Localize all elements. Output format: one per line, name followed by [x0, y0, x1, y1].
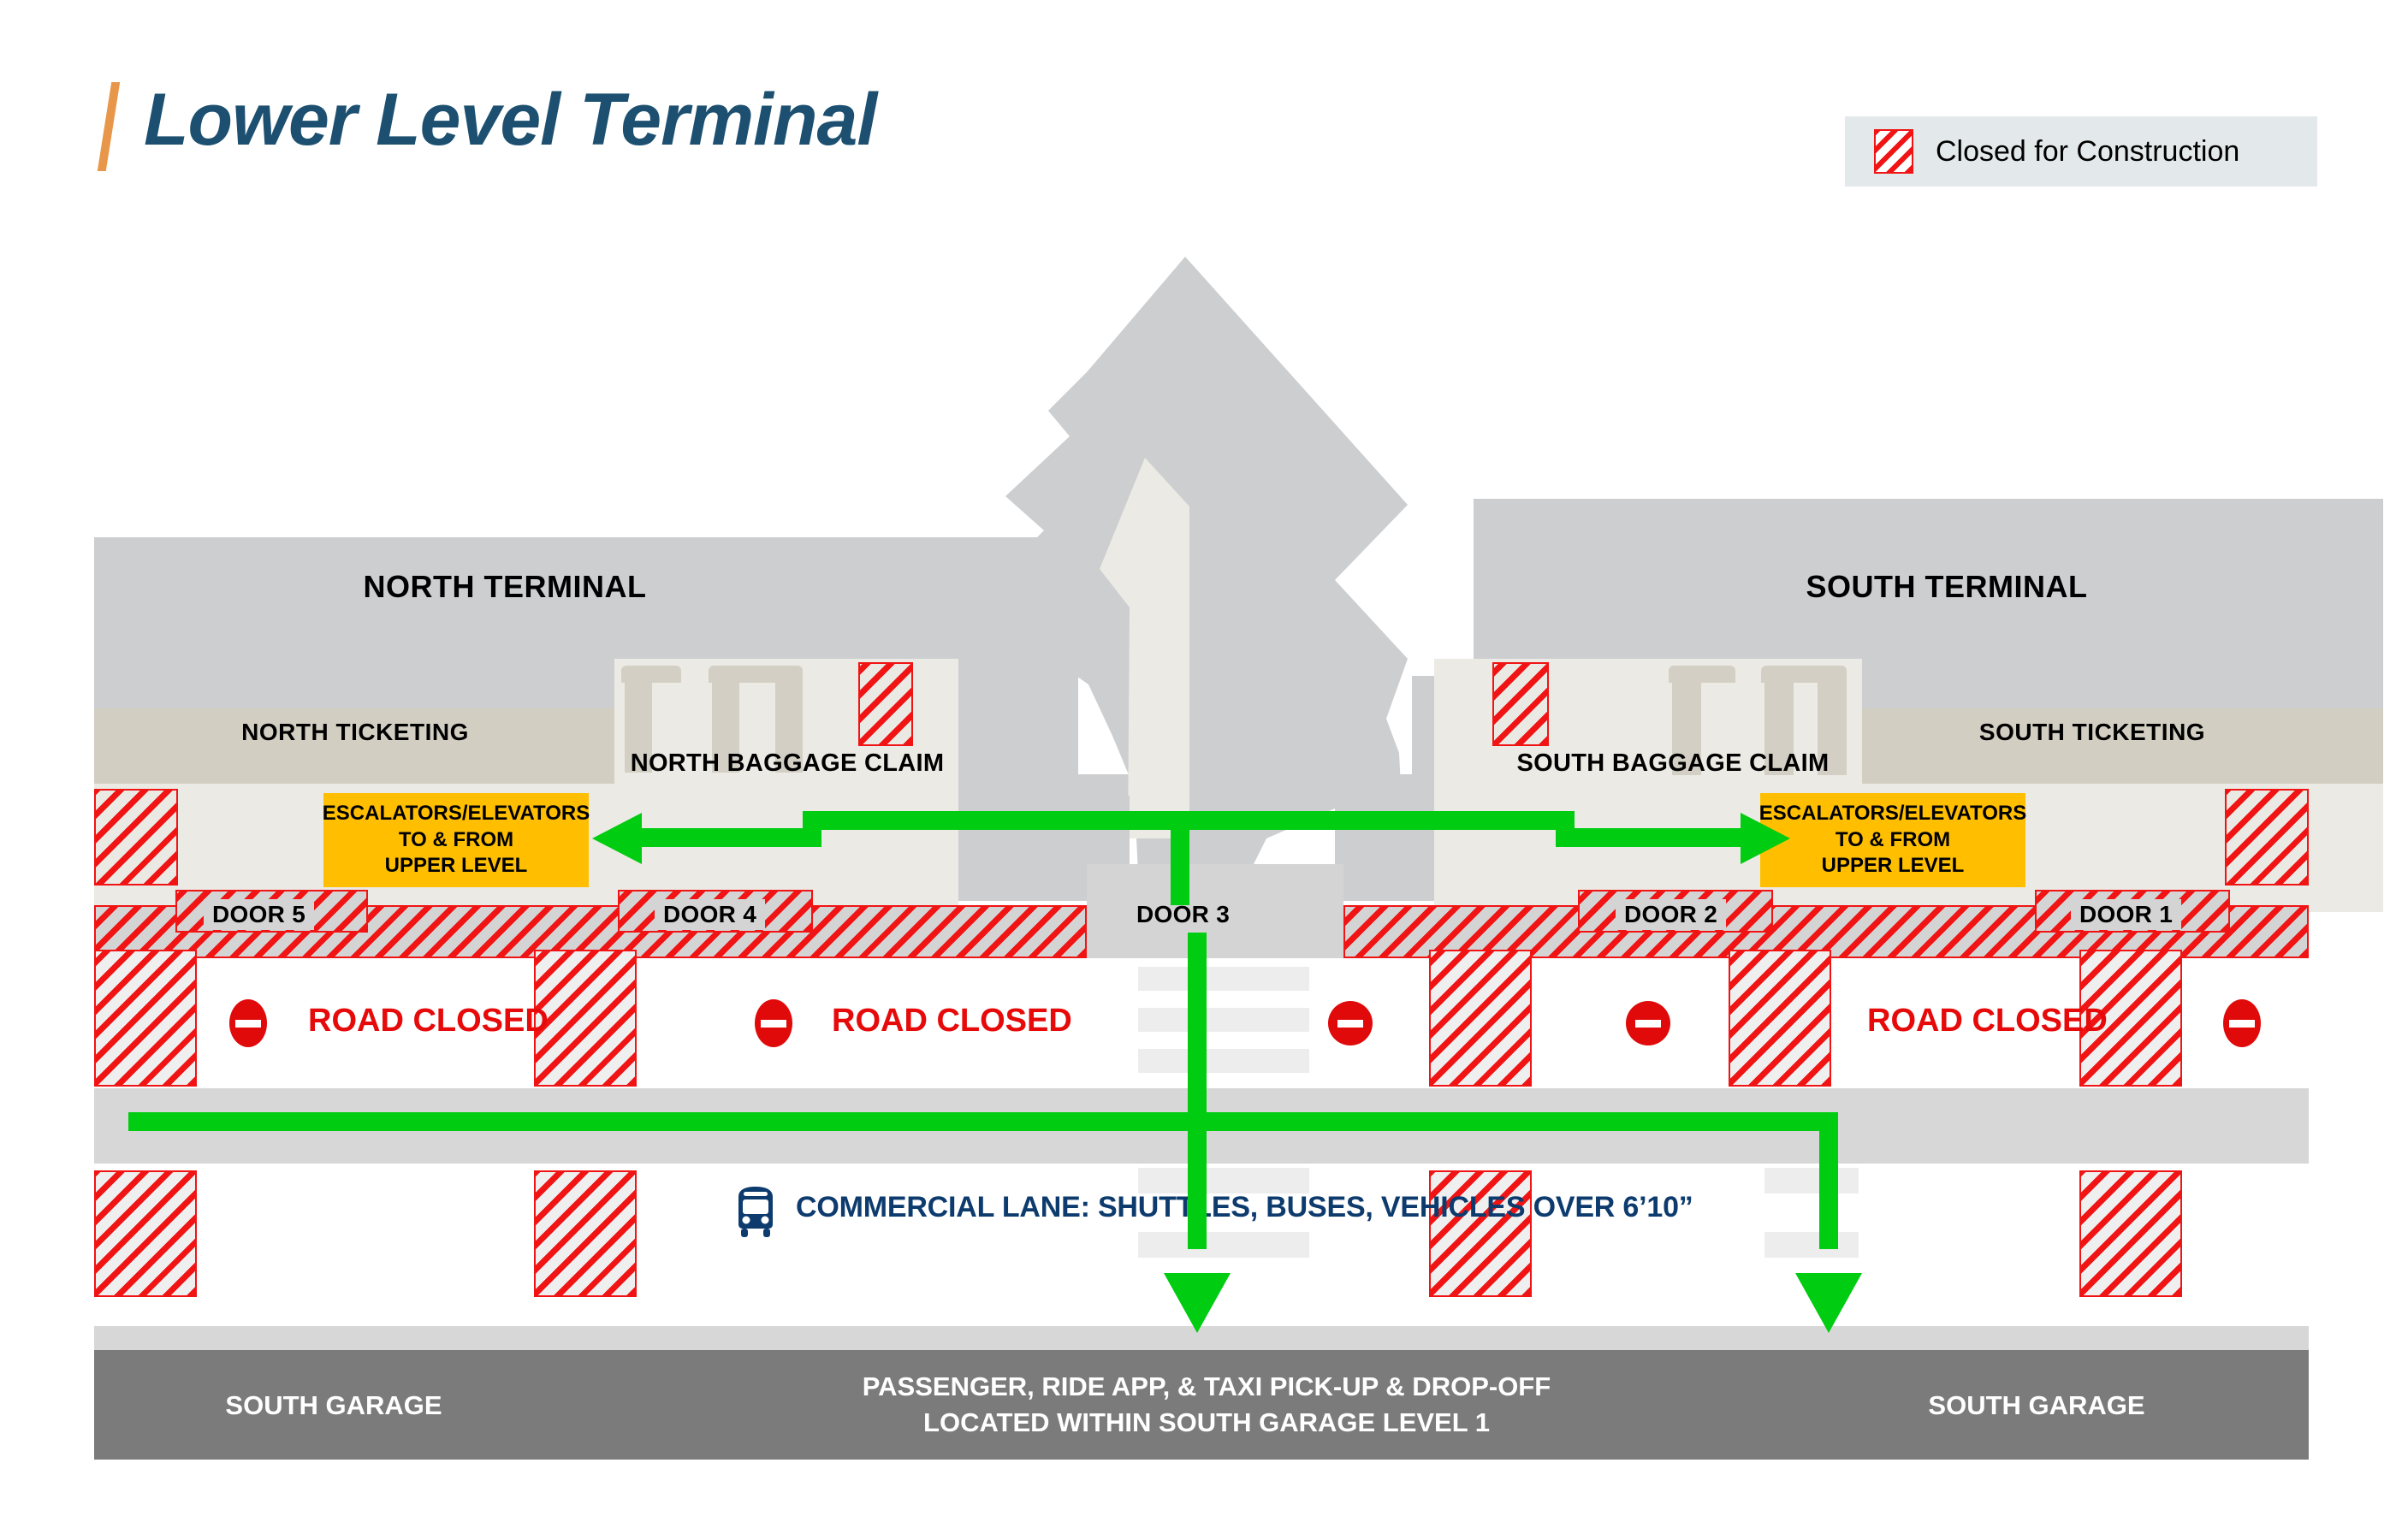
crosswalk-stripe	[1138, 1008, 1309, 1032]
closed-area-north-baggage	[858, 662, 913, 746]
escalator-callout-south: ESCALATORS/ELEVATORS TO & FROM UPPER LEV…	[1758, 793, 2027, 887]
page-title: Lower Level Terminal	[144, 79, 877, 161]
carousel-stub	[1669, 666, 1735, 683]
door-label-1: DOOR 1	[2071, 899, 2182, 930]
commercial-lane-barrier-4	[2079, 1170, 2182, 1297]
road-closed-label-3: ROAD CLOSED	[1867, 1003, 2108, 1039]
wayfinding-path-east-to-garage	[1819, 1112, 1838, 1249]
wayfinding-path-east-run	[1556, 828, 1744, 847]
south-baggage-claim-label: SOUTH BAGGAGE CLAIM	[1516, 749, 1830, 777]
wayfinding-path-door3-vertical-lower	[1188, 933, 1207, 1112]
no-entry-icon-2	[755, 999, 792, 1047]
road-barrier-4	[1729, 950, 1831, 1087]
escalator-callout-line3: UPPER LEVEL	[1821, 854, 1965, 878]
crosswalk-stripe	[1138, 1168, 1309, 1194]
road-barrier-1	[94, 950, 197, 1087]
wayfinding-arrow-west	[592, 813, 642, 864]
no-entry-icon-1	[229, 999, 267, 1047]
central-atrium-structure	[1005, 257, 1408, 873]
wayfinding-arrow-east	[1741, 813, 1790, 864]
commercial-lane-label: COMMERCIAL LANE: SHUTTLES, BUSES, VEHICL…	[796, 1191, 1693, 1223]
wayfinding-path-west-run	[635, 828, 821, 847]
garage-pickup-note-line2: LOCATED WITHIN SOUTH GARAGE LEVEL 1	[923, 1407, 1490, 1437]
south-ticketing-label: SOUTH TICKETING	[1978, 719, 2206, 745]
commercial-lane-barrier-1	[94, 1170, 197, 1297]
south-garage-label-east: SOUTH GARAGE	[1928, 1390, 2145, 1420]
wayfinding-path-lower-spine	[128, 1112, 1838, 1131]
crosswalk-stripe	[1138, 1049, 1309, 1073]
title-accent-rule	[97, 82, 121, 171]
road-barrier-2	[534, 950, 637, 1087]
closed-area-south-baggage	[1492, 662, 1549, 746]
commercial-lane-barrier-2	[534, 1170, 637, 1297]
door-label-2: DOOR 2	[1616, 899, 1727, 930]
crosswalk-stripe	[1138, 967, 1309, 991]
south-terminal-label: SOUTH TERMINAL	[1806, 569, 2088, 604]
wayfinding-path-door3-vertical-upper	[1171, 811, 1189, 905]
no-entry-icon-4	[1626, 1001, 1670, 1045]
escalator-callout-line2: TO & FROM	[398, 827, 514, 851]
bus-icon	[738, 1187, 773, 1237]
no-entry-icon-5	[2223, 999, 2261, 1047]
door-label-5: DOOR 5	[204, 899, 315, 930]
legend-label: Closed for Construction	[1936, 134, 2240, 168]
terminal-map-page: Lower Level Terminal Closed for Construc…	[0, 0, 2396, 1540]
escalator-callout-north: ESCALATORS/ELEVATORS TO & FROM UPPER LEV…	[322, 793, 590, 887]
south-garage-label-west: SOUTH GARAGE	[225, 1390, 442, 1420]
closed-area-far-west-concourse	[94, 789, 178, 886]
wayfinding-arrow-garage-west	[1164, 1273, 1231, 1333]
north-terminal-label: NORTH TERMINAL	[363, 569, 647, 604]
door-label-4: DOOR 4	[655, 899, 766, 930]
crosswalk-stripe	[1764, 1168, 1859, 1194]
garage-pickup-note: PASSENGER, RIDE APP, & TAXI PICK-UP & DR…	[744, 1369, 1669, 1441]
commercial-lane-barrier-3	[1429, 1170, 1532, 1297]
construction-hatch-icon	[1874, 129, 1913, 174]
escalator-callout-line3: UPPER LEVEL	[384, 854, 528, 878]
road-closed-label-1: ROAD CLOSED	[308, 1003, 549, 1039]
carousel-stub	[621, 666, 681, 683]
no-entry-icon-3	[1328, 1001, 1373, 1045]
garage-pickup-note-line1: PASSENGER, RIDE APP, & TAXI PICK-UP & DR…	[862, 1371, 1551, 1401]
escalator-callout-line2: TO & FROM	[1835, 827, 1951, 851]
north-ticketing-label: NORTH TICKETING	[241, 719, 469, 745]
wayfinding-arrow-garage-east	[1795, 1273, 1862, 1333]
road-closed-label-2: ROAD CLOSED	[832, 1003, 1072, 1039]
wayfinding-path-door3-to-garage	[1188, 1112, 1207, 1249]
wayfinding-path-upper-spine	[821, 811, 1575, 830]
legend: Closed for Construction	[1845, 116, 2317, 187]
north-baggage-claim-label: NORTH BAGGAGE CLAIM	[630, 749, 945, 777]
road-barrier-3	[1429, 950, 1532, 1087]
closed-area-far-east-concourse	[2225, 789, 2309, 886]
escalator-callout-line1: ESCALATORS/ELEVATORS	[322, 801, 590, 825]
escalator-callout-line1: ESCALATORS/ELEVATORS	[1758, 801, 2027, 825]
